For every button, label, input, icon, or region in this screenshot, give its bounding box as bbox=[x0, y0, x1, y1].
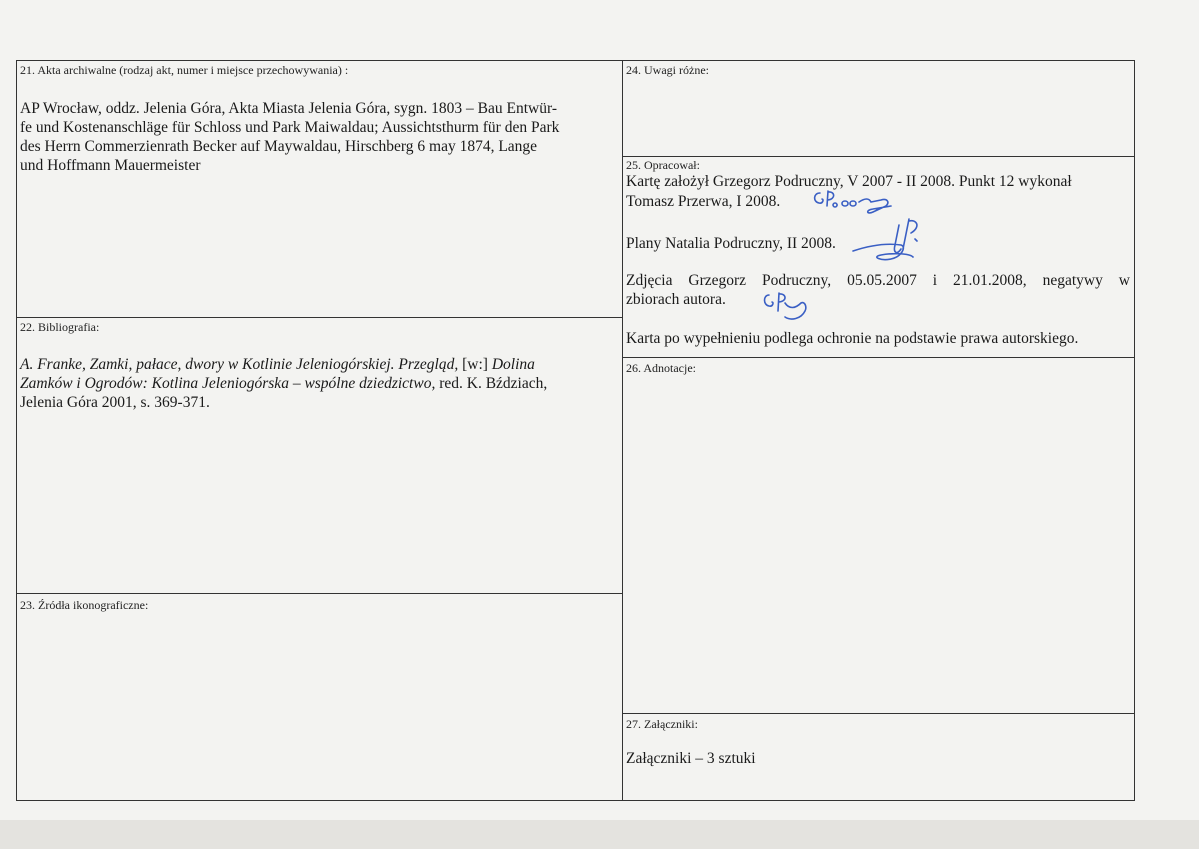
section-27-text: Załączniki – 3 sztuki bbox=[626, 750, 756, 767]
bibliography-line: Zamków i Ogrodów: Kotlina Jeleniogórska … bbox=[20, 375, 548, 392]
section-26-label: 26. Adnotacje: bbox=[626, 361, 696, 375]
scan-margin bbox=[0, 820, 1199, 849]
section-25-prepared-by: 25. Opracował: Kartę założył Grzegorz Po… bbox=[623, 157, 1134, 357]
section-21-line: des Herrn Commerzienrath Becker auf Mayw… bbox=[20, 138, 538, 155]
section-27-label: 27. Załączniki: bbox=[626, 717, 698, 731]
section-23-iconographic-sources: 23. Źródła ikonograficzne: bbox=[17, 593, 622, 800]
bibliography-line: A. Franke, Zamki, pałace, dwory w Kotlin… bbox=[20, 356, 535, 373]
section-27-attachments: 27. Załączniki: Załączniki – 3 sztuki bbox=[623, 714, 1134, 800]
section-21-line: und Hoffmann Mauermeister bbox=[20, 157, 201, 174]
section-24-label: 24. Uwagi różne: bbox=[626, 63, 709, 77]
section-25-line6: Karta po wypełnieniu podlega ochronie na… bbox=[626, 330, 1079, 347]
section-25-label: 25. Opracował: bbox=[626, 158, 700, 172]
section-21-line: AP Wrocław, oddz. Jelenia Góra, Akta Mia… bbox=[20, 100, 557, 117]
signature-gp-1 bbox=[811, 188, 893, 214]
section-23-label: 23. Źródła ikonograficzne: bbox=[20, 598, 149, 612]
section-21-text: AP Wrocław, oddz. Jelenia Góra, Akta Mia… bbox=[20, 99, 618, 175]
signature-np bbox=[851, 215, 931, 265]
form-frame: 21. Akta archiwalne (rodzaj akt, numer i… bbox=[16, 60, 1135, 801]
bibliography-line: Jelenia Góra 2001, s. 369-371. bbox=[20, 394, 210, 411]
section-24-remarks: 24. Uwagi różne: bbox=[623, 61, 1134, 156]
section-21-line: fe und Kostenanschläge für Schloss und P… bbox=[20, 119, 560, 136]
section-25-line4: Zdjęcia Grzegorz Podruczny, 05.05.2007 i… bbox=[626, 272, 1130, 289]
section-22-text: A. Franke, Zamki, pałace, dwory w Kotlin… bbox=[20, 355, 618, 412]
section-25-line5: zbiorach autora. bbox=[626, 291, 726, 308]
section-21-label: 21. Akta archiwalne (rodzaj akt, numer i… bbox=[20, 63, 349, 77]
section-22-label: 22. Bibliografia: bbox=[20, 320, 100, 334]
section-26-annotations: 26. Adnotacje: bbox=[623, 358, 1134, 713]
section-21-archival-records: 21. Akta archiwalne (rodzaj akt, numer i… bbox=[17, 61, 622, 317]
signature-gp-2 bbox=[761, 289, 821, 329]
section-22-bibliography: 22. Bibliografia: A. Franke, Zamki, pała… bbox=[17, 317, 622, 593]
